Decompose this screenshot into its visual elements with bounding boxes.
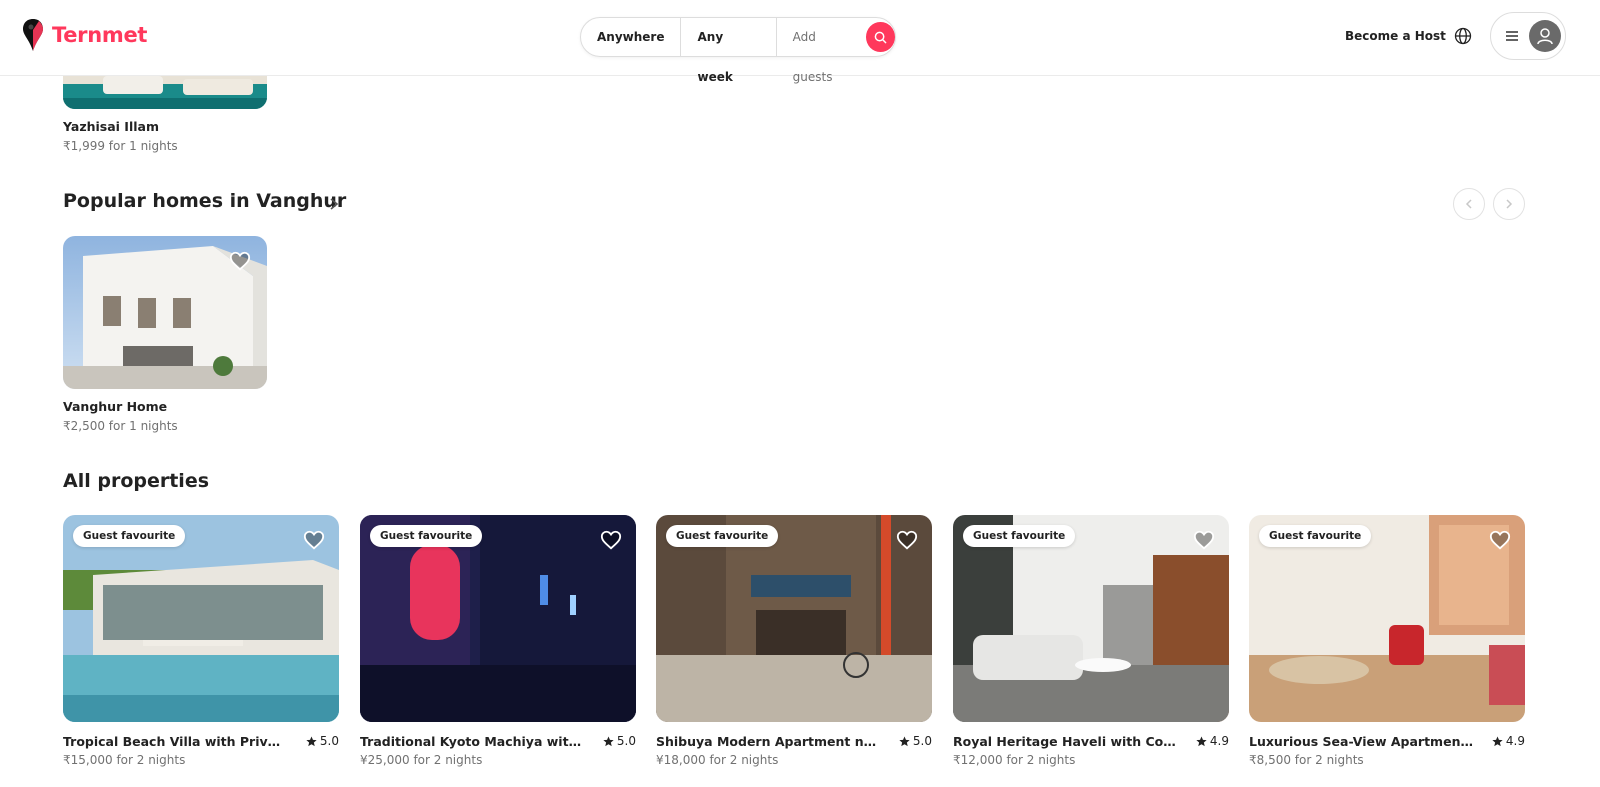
star-icon: [1492, 735, 1503, 746]
search-bar[interactable]: Anywhere Any week Add guests: [580, 17, 896, 84]
guest-favourite-badge: Guest favourite: [963, 525, 1076, 547]
chevron-right-icon[interactable]: [326, 196, 342, 212]
property-price: ¥18,000 for 2 nights: [656, 753, 779, 767]
search-add-guests[interactable]: Add guests: [777, 17, 865, 84]
become-host-link[interactable]: Become a Host: [1345, 29, 1446, 43]
property-image[interactable]: Guest favourite: [656, 515, 932, 722]
top-header: Ternmet Anywhere Any week Add guests Bec…: [0, 0, 1600, 84]
property-image[interactable]: Guest favourite: [953, 515, 1229, 722]
guest-favourite-badge: Guest favourite: [666, 525, 779, 547]
property-card[interactable]: Guest favourite Royal Heritage Haveli wi…: [953, 515, 1229, 767]
map-pin-logo-icon: [23, 19, 43, 51]
listing-title[interactable]: Vanghur Home: [63, 399, 167, 414]
guest-favourite-badge: Guest favourite: [370, 525, 483, 547]
rating-value: 4.9: [1209, 734, 1229, 748]
listing-title[interactable]: Yazhisai Illam: [63, 119, 159, 134]
property-title[interactable]: Shibuya Modern Apartment near...: [656, 734, 881, 749]
rating: 4.9: [1196, 734, 1229, 748]
search-any-week[interactable]: Any week: [681, 17, 777, 84]
rating: 4.9: [1492, 734, 1525, 748]
globe-icon[interactable]: [1454, 27, 1472, 45]
rating: 5.0: [306, 734, 339, 748]
property-title[interactable]: Luxurious Sea-View Apartment in...: [1249, 734, 1474, 749]
star-icon: [603, 735, 614, 746]
property-card[interactable]: Guest favourite Tropical Beach Villa wit…: [63, 515, 339, 767]
star-icon: [306, 735, 317, 746]
property-image[interactable]: Guest favourite: [1249, 515, 1525, 722]
guest-favourite-badge: Guest favourite: [73, 525, 186, 547]
rating-value: 5.0: [616, 734, 636, 748]
property-price: ₹12,000 for 2 nights: [953, 753, 1076, 767]
property-image[interactable]: Guest favourite: [360, 515, 636, 722]
rating-value: 4.9: [1505, 734, 1525, 748]
guest-favourite-badge: Guest favourite: [1259, 525, 1372, 547]
listing-price: ₹2,500 for 1 nights: [63, 419, 178, 433]
listing-price: ₹1,999 for 1 nights: [63, 139, 178, 153]
heart-icon[interactable]: [600, 529, 622, 551]
listing-image[interactable]: [63, 236, 267, 389]
brand-logo[interactable]: Ternmet: [22, 18, 147, 52]
search-button[interactable]: [866, 22, 896, 52]
star-icon: [899, 735, 910, 746]
section-title-all-properties: All properties: [63, 470, 210, 492]
star-icon: [1196, 735, 1207, 746]
carousel-prev-button[interactable]: [1453, 188, 1485, 220]
heart-icon[interactable]: [303, 529, 325, 551]
property-title[interactable]: Royal Heritage Haveli with Courtyard i..…: [953, 734, 1178, 749]
property-card[interactable]: Guest favourite Shibuya Modern Apartment…: [656, 515, 932, 767]
user-icon: [1537, 28, 1553, 45]
chevron-right-icon: [1506, 199, 1513, 209]
carousel-next-button[interactable]: [1493, 188, 1525, 220]
property-card[interactable]: Guest favourite Traditional Kyoto Machiy…: [360, 515, 636, 767]
property-price: ₹15,000 for 2 nights: [63, 753, 186, 767]
heart-icon[interactable]: [229, 250, 251, 272]
rating: 5.0: [899, 734, 932, 748]
property-price: ₹8,500 for 2 nights: [1249, 753, 1364, 767]
search-anywhere[interactable]: Anywhere: [581, 17, 682, 57]
property-card[interactable]: Guest favourite Luxurious Sea-View Apart…: [1249, 515, 1525, 767]
property-title[interactable]: Tropical Beach Villa with Private Pool i…: [63, 734, 288, 749]
brand-name: Ternmet: [52, 23, 148, 47]
heart-icon[interactable]: [1489, 529, 1511, 551]
rating: 5.0: [603, 734, 636, 748]
chevron-left-icon: [1465, 199, 1472, 209]
search-icon: [874, 31, 887, 43]
heart-icon[interactable]: [1193, 529, 1215, 551]
property-price: ¥25,000 for 2 nights: [360, 753, 483, 767]
section-title-popular[interactable]: Popular homes in Vanghur: [63, 190, 346, 212]
user-menu-button[interactable]: [1490, 12, 1566, 60]
heart-icon[interactable]: [896, 529, 918, 551]
property-title[interactable]: Traditional Kyoto Machiya with Zen...: [360, 734, 585, 749]
rating-value: 5.0: [319, 734, 339, 748]
avatar: [1529, 20, 1561, 52]
property-image[interactable]: Guest favourite: [63, 515, 339, 722]
menu-icon: [1506, 31, 1518, 41]
rating-value: 5.0: [912, 734, 932, 748]
